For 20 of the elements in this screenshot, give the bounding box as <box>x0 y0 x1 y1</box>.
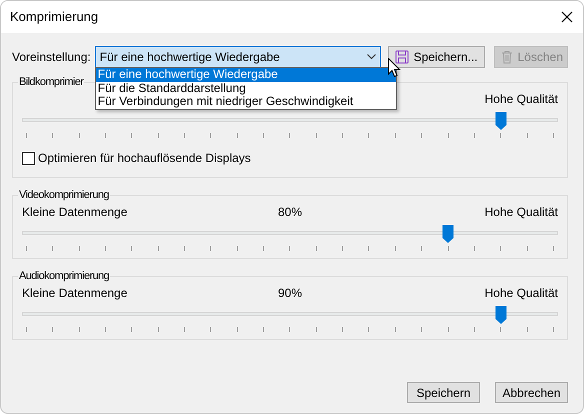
save-button[interactable]: Speichern <box>407 382 480 403</box>
min-label: Kleine Datenmenge <box>22 204 128 221</box>
max-label: Hohe Qualität <box>484 285 558 302</box>
save-preset-button[interactable]: Speichern... <box>388 46 485 68</box>
group-title: Videokomprimierung <box>18 188 110 202</box>
cancel-button[interactable]: Abbrechen <box>495 382 568 403</box>
dropdown-option[interactable]: Für Verbindungen mit niedriger Geschwindigkeit <box>96 95 396 108</box>
group-title: Audiokomprimierung <box>18 269 110 283</box>
window-title: Komprimierung <box>10 8 98 26</box>
max-label: Hohe Qualität <box>484 91 558 108</box>
max-label: Hohe Qualität <box>484 204 558 221</box>
slider-value: 80% <box>278 204 302 221</box>
dropdown-option[interactable]: Für eine hochwertige Wiedergabe <box>96 68 396 82</box>
preset-dropdown[interactable]: Für eine hochwertige Wiedergabe <box>94 46 381 68</box>
slider-value: 90% <box>278 285 302 302</box>
dropdown-option[interactable]: Für die Standarddarstellung <box>96 82 396 95</box>
group-title: Bildkomprimier <box>18 75 84 89</box>
preset-label: Voreinstellung: <box>12 49 91 66</box>
min-label: Kleine Datenmenge <box>22 285 128 302</box>
checkbox-label: Optimieren für hochauflösende Displays <box>38 150 251 167</box>
